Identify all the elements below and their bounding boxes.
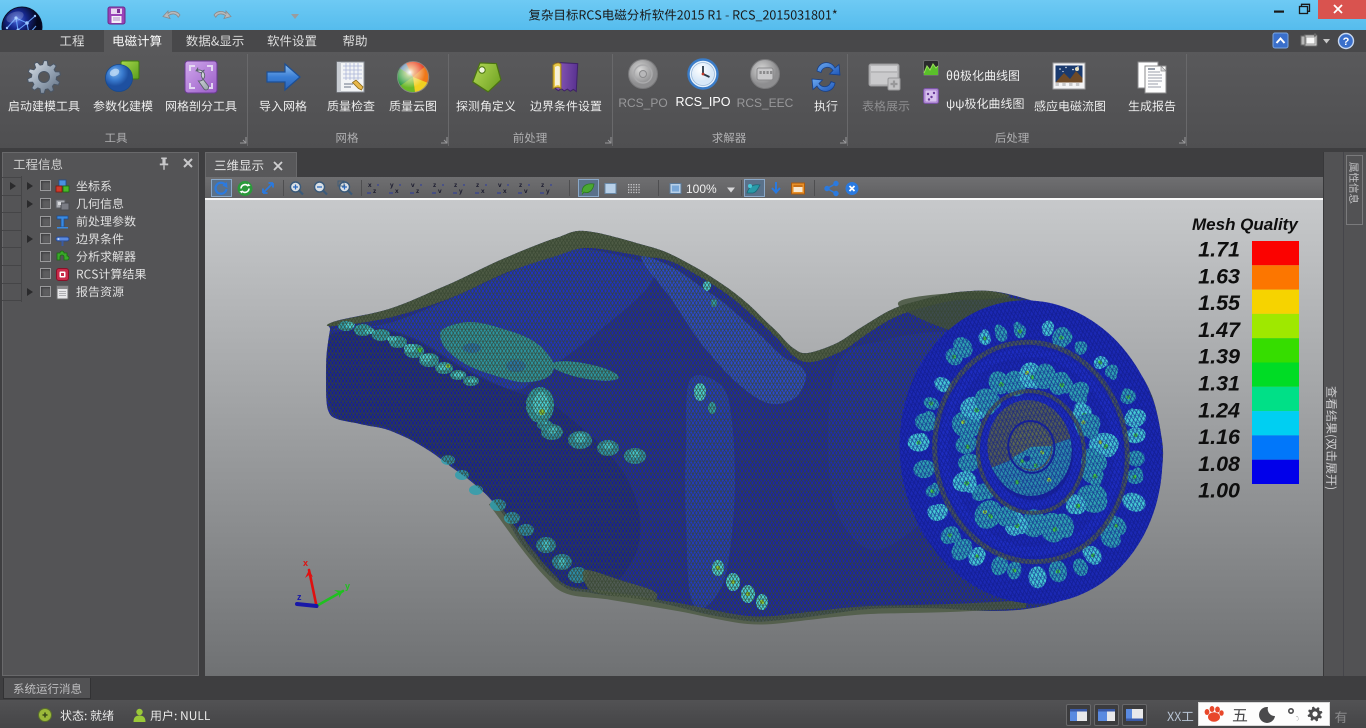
svg-text:z: z [454,182,458,189]
svg-text:x: x [481,188,485,195]
svg-text:v: v [524,188,528,195]
svg-text:1.16: 1.16 [1198,425,1241,449]
svg-text:z: z [297,592,302,602]
svg-text:1.55: 1.55 [1198,291,1241,315]
svg-text:Mesh Quality: Mesh Quality [1192,215,1299,234]
svg-text:z: z [416,188,420,195]
svg-text:z: z [476,182,480,189]
svg-text:x: x [303,558,308,568]
svg-text:x: x [368,182,372,189]
svg-text:1.08: 1.08 [1198,452,1240,476]
svg-text:1.31: 1.31 [1198,372,1240,396]
svg-text:y: y [459,188,463,195]
svg-text:1.24: 1.24 [1198,398,1240,422]
svg-text:v: v [498,182,502,189]
svg-text:x: x [395,188,399,195]
svg-text:1.39: 1.39 [1198,345,1240,369]
svg-text:v: v [411,182,415,189]
svg-text:z: z [373,188,377,195]
svg-text:z: z [433,182,437,189]
svg-text:z: z [519,182,523,189]
svg-text:?: ? [1343,36,1350,48]
svg-text:x: x [503,188,507,195]
svg-text:y: y [546,188,550,195]
svg-text:z: z [541,182,545,189]
svg-text:y: y [390,182,394,189]
svg-text:v: v [438,188,442,195]
svg-text:y: y [345,581,350,591]
svg-text:1.63: 1.63 [1198,264,1240,288]
svg-text:1.00: 1.00 [1198,479,1240,503]
svg-text:1.47: 1.47 [1198,318,1241,342]
svg-text:1.71: 1.71 [1198,238,1240,262]
